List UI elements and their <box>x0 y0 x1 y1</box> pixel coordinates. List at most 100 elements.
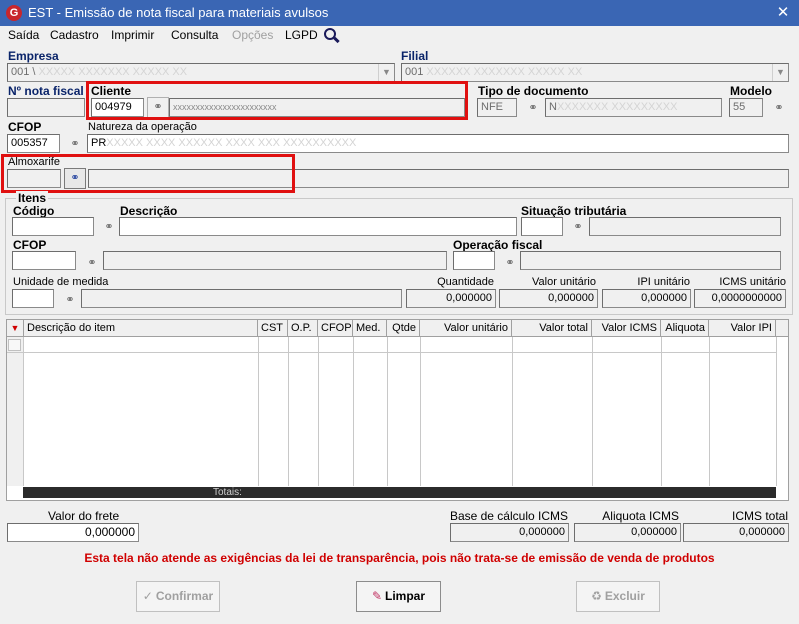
menu-lgpd[interactable]: LGPD <box>285 28 318 42</box>
close-icon[interactable]: ✕ <box>771 2 795 24</box>
almoxarife-name-field <box>88 169 789 188</box>
item-cfop-label: CFOP <box>13 238 47 252</box>
almoxarife-label: Almoxarife <box>8 156 60 168</box>
base-icms-label: Base de cálculo ICMS <box>449 509 568 523</box>
grid-col-qtde[interactable]: Qtde <box>387 320 420 337</box>
item-valor-unitario-field[interactable]: 0,000000 <box>499 289 598 308</box>
almoxarife-search-binoculars-icon[interactable]: ⚭ <box>64 168 86 189</box>
modelo-binoculars-icon[interactable]: ⚭ <box>771 100 787 116</box>
grid-col-med[interactable]: Med. <box>353 320 387 337</box>
menu-cadastro[interactable]: Cadastro <box>50 28 99 42</box>
grid-col-valor-ipi[interactable]: Valor IPI <box>709 320 776 337</box>
natureza-field[interactable]: PRXXXXX XXXX XXXXXX XXXX XXX XXXXXXXXXX <box>87 134 789 153</box>
tipo-documento-binoculars-icon[interactable]: ⚭ <box>525 100 541 116</box>
title-bar: G EST - Emissão de nota fiscal para mate… <box>0 0 799 26</box>
item-quantidade-label: Quantidade <box>437 276 494 288</box>
nota-fiscal-field[interactable] <box>7 98 85 117</box>
icms-total-field[interactable]: 0,000000 <box>683 523 789 542</box>
item-unidade-desc-field <box>81 289 402 308</box>
item-cfop-binoculars-icon[interactable]: ⚭ <box>84 255 100 271</box>
menu-opcoes: Opções <box>232 28 274 42</box>
filial-label: Filial <box>401 49 429 63</box>
modelo-label: Modelo <box>730 84 772 98</box>
item-descricao-field[interactable] <box>119 217 517 236</box>
grid-row-indicator <box>8 339 21 351</box>
valor-frete-field[interactable]: 0,000000 <box>7 523 139 542</box>
item-situacao-binoculars-icon[interactable]: ⚭ <box>570 219 586 235</box>
itens-group-label: Itens <box>16 191 49 205</box>
grid-col-cst[interactable]: CST <box>258 320 288 337</box>
grid-col-valor-total[interactable]: Valor total <box>512 320 592 337</box>
grid-col-aliquota[interactable]: Aliquota <box>661 320 709 337</box>
item-situacao-label: Situação tributária <box>521 204 627 218</box>
item-situacao-field[interactable] <box>521 217 563 236</box>
cliente-search-binoculars-icon[interactable]: ⚭ <box>147 97 169 118</box>
item-codigo-field[interactable] <box>12 217 94 236</box>
grid-col-descricao[interactable]: Descrição do item <box>24 320 258 337</box>
search-icon[interactable] <box>324 28 340 44</box>
grid-col-cfop[interactable]: CFOP <box>318 320 353 337</box>
item-operacao-desc-field <box>520 251 781 270</box>
grid-col-op[interactable]: O.P. <box>288 320 318 337</box>
empresa-label: Empresa <box>8 49 59 63</box>
grid-col-valor-icms[interactable]: Valor ICMS <box>592 320 661 337</box>
window-title: EST - Emissão de nota fiscal para materi… <box>28 5 329 20</box>
item-unidade-field[interactable] <box>12 289 54 308</box>
transparency-warning-message: Esta tela não atende as exigências da le… <box>84 551 715 565</box>
item-codigo-binoculars-icon[interactable]: ⚭ <box>101 219 117 235</box>
natureza-label: Natureza da operação <box>88 121 197 133</box>
cliente-code-field[interactable]: 004979 <box>91 98 144 117</box>
cfop-binoculars-icon[interactable]: ⚭ <box>67 136 83 152</box>
menu-bar: Saída Cadastro Imprimir Consulta Opções … <box>0 26 799 46</box>
item-icms-unitario-field[interactable]: 0,0000000000 <box>694 289 786 308</box>
aliquota-icms-field[interactable]: 0,000000 <box>574 523 681 542</box>
trash-icon: ♻ <box>591 589 602 603</box>
item-cfop-field[interactable] <box>12 251 76 270</box>
item-cfop-desc-field <box>103 251 447 270</box>
grid-totals-label: Totais: <box>213 487 242 498</box>
icms-total-label: ICMS total <box>731 509 788 523</box>
empresa-value: 001 \ <box>11 66 39 78</box>
cfop-field[interactable]: 005357 <box>7 134 60 153</box>
item-codigo-label: Código <box>13 204 55 218</box>
tipo-documento-code-field[interactable]: NFE <box>477 98 517 117</box>
item-unidade-binoculars-icon[interactable]: ⚭ <box>62 292 78 308</box>
filial-combo[interactable]: 001 XXXXXX XXXXXXX XXXXX XX <box>401 63 789 82</box>
filial-dropdown-chevron-icon[interactable]: ▼ <box>772 64 788 81</box>
grid-totals-bar: Totais: <box>23 487 776 498</box>
nota-fiscal-label: Nº nota fiscal <box>8 84 84 98</box>
item-situacao-desc-field <box>589 217 781 236</box>
cliente-name-field: xxxxxxxxxxxxxxxxxxxxxxx <box>169 98 465 117</box>
menu-consulta[interactable]: Consulta <box>171 28 218 42</box>
item-quantidade-field[interactable]: 0,000000 <box>406 289 496 308</box>
item-operacao-binoculars-icon[interactable]: ⚭ <box>502 255 518 271</box>
items-grid[interactable]: ▼ Descrição do item CST O.P. CFOP Med. Q… <box>6 319 789 501</box>
item-valor-unitario-label: Valor unitário <box>532 276 596 288</box>
valor-frete-label: Valor do frete <box>48 509 120 523</box>
modelo-field[interactable]: 55 <box>729 98 763 117</box>
menu-imprimir[interactable]: Imprimir <box>111 28 154 42</box>
grid-indicator-triangle-icon[interactable]: ▼ <box>7 320 24 337</box>
empresa-dropdown-chevron-icon[interactable]: ▼ <box>378 64 394 81</box>
limpar-button[interactable]: ✎ Limpar <box>356 581 441 612</box>
filial-value: 001 <box>405 66 427 78</box>
aliquota-icms-label: Aliquota ICMS <box>602 509 679 523</box>
grid-header-row: ▼ Descrição do item CST O.P. CFOP Med. Q… <box>7 320 788 337</box>
item-ipi-unitario-label: IPI unitário <box>637 276 690 288</box>
item-ipi-unitario-field[interactable]: 0,000000 <box>602 289 691 308</box>
item-operacao-label: Operação fiscal <box>453 238 543 252</box>
confirmar-button[interactable]: ✓ Confirmar <box>136 581 220 612</box>
excluir-button[interactable]: ♻ Excluir <box>576 581 660 612</box>
menu-saida[interactable]: Saída <box>8 28 39 42</box>
cliente-label: Cliente <box>91 84 132 98</box>
item-descricao-label: Descrição <box>120 204 178 218</box>
empresa-combo[interactable]: 001 \ XXXXX XXXXXXX XXXXX XX <box>7 63 395 82</box>
app-logo-icon: G <box>6 5 22 21</box>
almoxarife-code-field[interactable] <box>7 169 61 188</box>
checkmark-icon: ✓ <box>142 589 153 603</box>
broom-icon: ✎ <box>371 589 383 603</box>
item-operacao-field[interactable] <box>453 251 495 270</box>
base-icms-field[interactable]: 0,000000 <box>450 523 569 542</box>
grid-col-valor-unitario[interactable]: Valor unitário <box>420 320 512 337</box>
item-icms-unitario-label: ICMS unitário <box>719 276 786 288</box>
